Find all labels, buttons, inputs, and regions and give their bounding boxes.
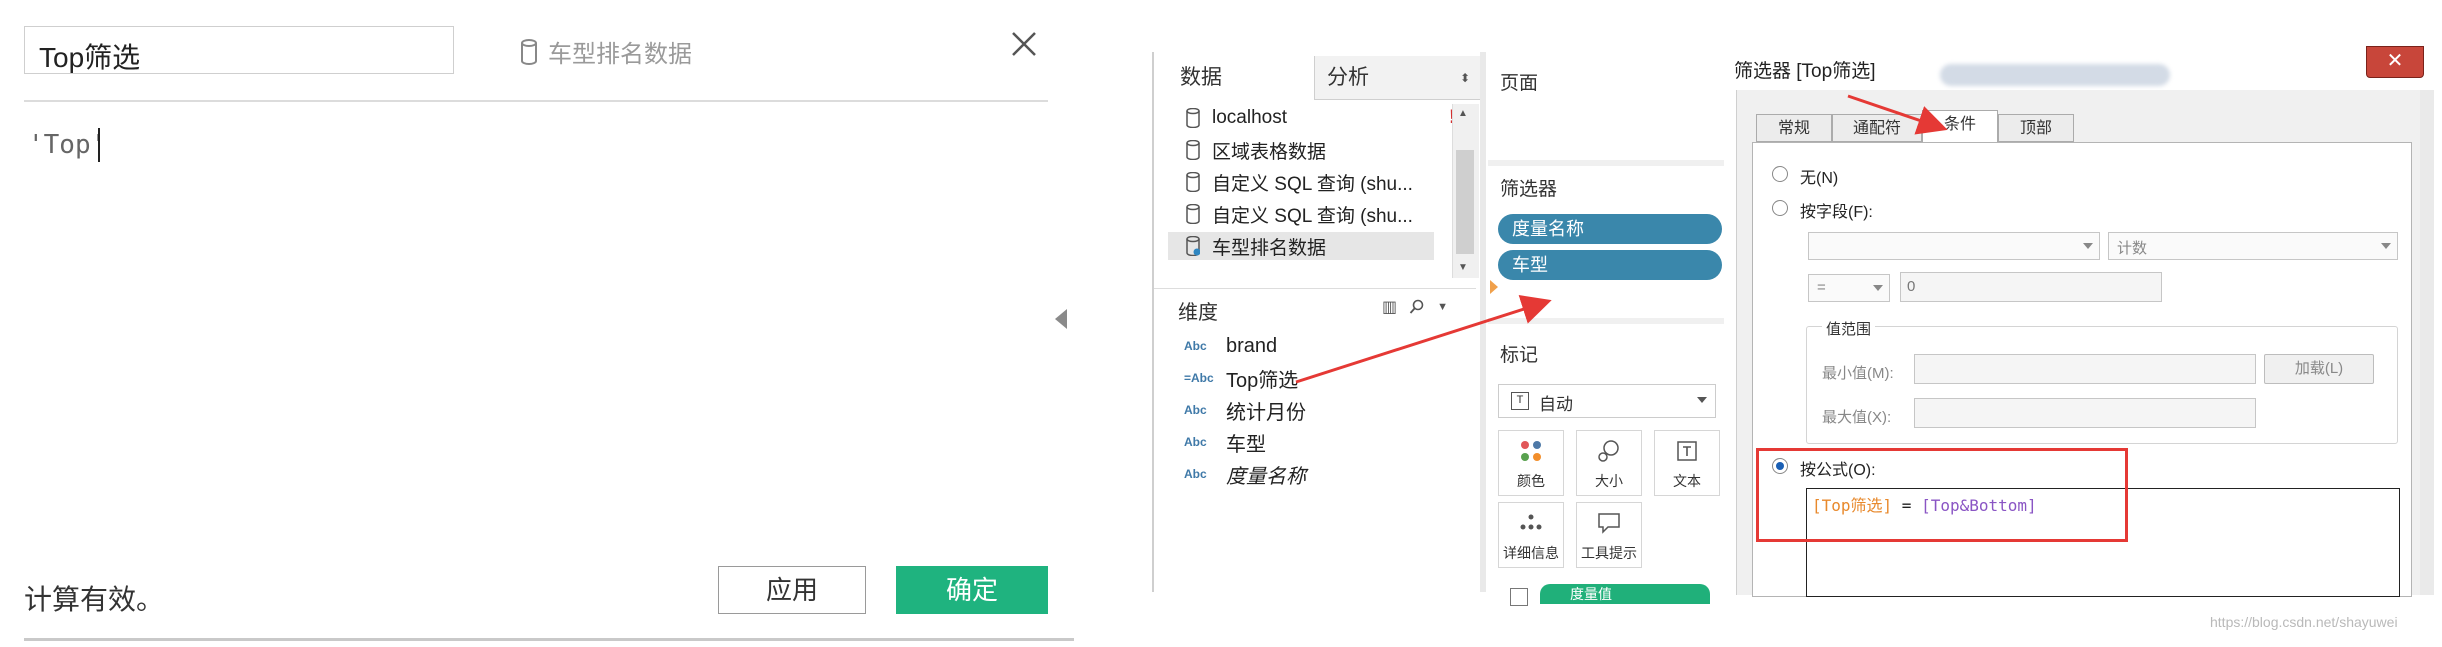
annotation-arrow — [1295, 295, 1552, 384]
annotation-arrow — [1847, 94, 1948, 135]
watermark: https://blog.csdn.net/shayuwei — [2210, 614, 2398, 630]
annotation-arrows — [1295, 94, 1948, 384]
